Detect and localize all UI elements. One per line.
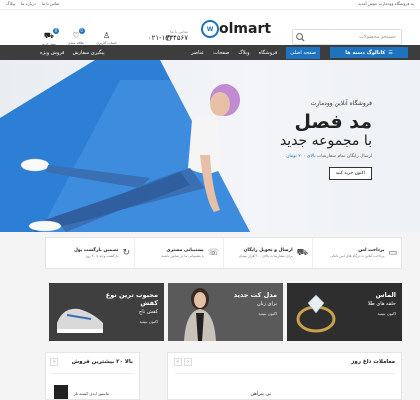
hero-banner: فروشگاه آنلاین وودمارت مد فصل با مجموعه … xyxy=(0,60,420,232)
logo-text: olmart xyxy=(219,21,272,37)
search-icon[interactable] xyxy=(295,32,306,43)
promo-text: الماس حلقه های طلا اکنون ببینید xyxy=(331,291,396,316)
feature-desc: بازگشت وجه تا ۳۰ روز xyxy=(85,254,119,258)
promo-shoes[interactable]: محبوب ترین نوع کفش کفش ناچ اکنون ببینید xyxy=(49,283,164,341)
promo-subtitle: حلقه های طلا xyxy=(367,301,396,307)
truck-icon: ⛟ xyxy=(296,247,308,258)
nav-link-special-sale[interactable]: فروش ویژه xyxy=(40,50,64,56)
logo-mark-icon: W xyxy=(201,20,219,38)
search-input[interactable]: جستجو محصولات xyxy=(359,34,396,40)
site-logo[interactable]: olmart W xyxy=(200,20,271,38)
promo-cta[interactable]: اکنون ببینید xyxy=(331,311,396,316)
promo-title: مدل کت جدید xyxy=(233,291,277,299)
promo-coat[interactable]: مدل کت جدید برای زنان اکنون ببینید xyxy=(168,283,283,341)
hot-deals-panel: معاملات داغ روز ‹ › تی پیراهن xyxy=(167,352,402,400)
nav-item-shop[interactable]: فروشگاه xyxy=(259,50,278,56)
refresh-icon: ↻ xyxy=(122,248,130,258)
header-icons: ♙ حساب کاربری ♡ 0 علاقه مندی ⛟ 0 سبد خرید xyxy=(42,28,117,46)
top-links: تماس با ما درباره ما وبلاگ xyxy=(6,1,60,6)
welcome-message: به فروشگاه وودمارت خوش آمدید xyxy=(358,1,414,6)
hero-subtitle: فروشگاه آنلاین وودمارت xyxy=(310,100,372,107)
top-link-contact[interactable]: تماس با ما xyxy=(42,1,60,6)
nav-item-blog[interactable]: وبلاگ xyxy=(238,50,249,56)
feature-title: پشتیبانی مشتری xyxy=(166,248,204,253)
promo-text: محبوب ترین نوع کفش کفش ناچ اکنون ببینید xyxy=(93,291,158,324)
best-sellers-arrows: ‹ xyxy=(50,358,58,366)
best-seller-product-name[interactable]: مانیتور ایدی کیسه بار xyxy=(74,391,109,396)
prev-arrow-icon[interactable]: ‹ xyxy=(184,358,192,366)
promo-cta[interactable]: اکنون ببینید xyxy=(93,319,158,324)
feature-money-back: ↻ تضمین بازگشت پول بازگشت وجه تا ۳۰ روز xyxy=(46,238,134,268)
promo-cta[interactable]: اکنون ببینید xyxy=(212,311,277,316)
hero-title: مد فصل xyxy=(294,111,372,133)
features-strip: ▭ پرداخت امن پرداخت آنلاین با درگاه های ا… xyxy=(45,237,402,269)
feature-title: تضمین بازگشت پول xyxy=(73,248,119,253)
promo-title: محبوب ترین نوع کفش xyxy=(105,291,158,307)
nav-menu: صفحه اصلی فروشگاه وبلاگ صفحات عناصر xyxy=(191,45,320,60)
chat-icon: ☏ xyxy=(207,248,219,258)
search-bar[interactable]: جستجو محصولات xyxy=(292,29,402,45)
nav-item-home[interactable]: صفحه اصلی xyxy=(286,46,320,59)
nav-extra: پیگیری سفارش فروش ویژه xyxy=(40,45,105,60)
nav-item-elements[interactable]: عناصر xyxy=(191,50,204,56)
wishlist-button[interactable]: ♡ 0 علاقه مندی xyxy=(68,28,85,46)
wishlist-badge: 0 xyxy=(78,28,85,34)
categories-label: کاتالوگ دسته ها xyxy=(345,49,386,56)
nav-item-pages[interactable]: صفحات xyxy=(213,50,229,56)
divider xyxy=(52,373,135,374)
cart-badge: 0 xyxy=(52,28,59,34)
feature-title: ارسال و تحویل رایگان xyxy=(243,248,293,253)
hero-title-line2: با مجموعه جدید xyxy=(279,133,372,149)
cart-icon: ⛟ 0 xyxy=(43,28,59,40)
hero-description: ارسال رایگان تمام سفارشات بالای ۲۰۰ توما… xyxy=(212,154,372,159)
feature-desc: با پشتیبانی ما در تماس باشید xyxy=(161,254,204,258)
cart-button[interactable]: ⛟ 0 سبد خرید xyxy=(42,28,59,46)
account-button[interactable]: ♙ حساب کاربری xyxy=(96,31,117,46)
feature-free-shipping: ⛟ ارسال و تحویل رایگان برای سفارشات بالای… xyxy=(223,238,312,268)
feature-desc: برای سفارشات بالای ۲۰۰ هزار تومان xyxy=(238,254,293,258)
promo-subtitle: برای زنان xyxy=(256,301,277,307)
promo-title: الماس xyxy=(375,291,396,299)
site-header: جستجو محصولات olmart W ✆ تماس با ما ۰۲۱-… xyxy=(0,10,420,46)
promo-text: مدل کت جدید برای زنان اکنون ببینید xyxy=(212,291,277,316)
hero-text: فروشگاه آنلاین وودمارت مد فصل با مجموعه … xyxy=(212,100,372,180)
hero-description-text: ارسال رایگان تمام سفارشات xyxy=(317,154,372,159)
product-thumbnail[interactable] xyxy=(54,385,68,399)
phone-number: ۰۲۱-۱۲۳۴۵۶۷ xyxy=(147,34,188,42)
prev-arrow-icon[interactable]: ‹ xyxy=(50,358,58,366)
user-icon: ♙ xyxy=(103,31,111,40)
hot-deals-title: معاملات داغ روز xyxy=(351,359,395,365)
categories-button[interactable]: ☰ کاتالوگ دسته ها xyxy=(330,47,408,58)
top-link-about[interactable]: درباره ما xyxy=(21,1,36,6)
best-sellers-panel: بالا ۲۰ بیشترین فروش ‹ مانیتور ایدی کیسه… xyxy=(45,352,140,400)
menu-icon: ☰ xyxy=(388,49,393,56)
promo-diamond[interactable]: الماس حلقه های طلا اکنون ببینید xyxy=(287,283,402,341)
best-sellers-title: بالا ۲۰ بیشترین فروش xyxy=(71,359,133,365)
top-link-blog[interactable]: وبلاگ xyxy=(6,1,15,6)
promo-subtitle: کفش ناچ xyxy=(138,309,158,315)
next-arrow-icon[interactable]: › xyxy=(174,358,182,366)
heart-icon: ♡ 0 xyxy=(72,28,85,40)
hero-description-highlight: بالای ۲۰۰ تومان xyxy=(286,154,316,159)
feature-secure-payment: ▭ پرداخت امن پرداخت آنلاین با درگاه های ا… xyxy=(312,238,401,268)
card-icon: ▭ xyxy=(388,248,397,258)
phone-block[interactable]: تماس با ما ۰۲۱-۱۲۳۴۵۶۷ xyxy=(128,29,188,42)
hot-deal-product-name[interactable]: تی پیراهن xyxy=(250,391,271,397)
main-nav: ☰ کاتالوگ دسته ها صفحه اصلی فروشگاه وبلا… xyxy=(0,45,420,60)
hot-deals-arrows: ‹ › xyxy=(174,358,192,366)
feature-desc: پرداخت آنلاین با درگاه های امن بانکی xyxy=(330,254,385,258)
top-bar: به فروشگاه وودمارت خوش آمدید تماس با ما … xyxy=(0,0,420,10)
nav-link-track-order[interactable]: پیگیری سفارش xyxy=(72,50,104,56)
feature-title: پرداخت امن xyxy=(358,248,385,253)
divider xyxy=(175,373,395,374)
shop-now-button[interactable]: اکنون خرید کنید xyxy=(328,167,372,180)
feature-support: ☏ پشتیبانی مشتری با پشتیبانی ما در تماس ب… xyxy=(134,238,223,268)
